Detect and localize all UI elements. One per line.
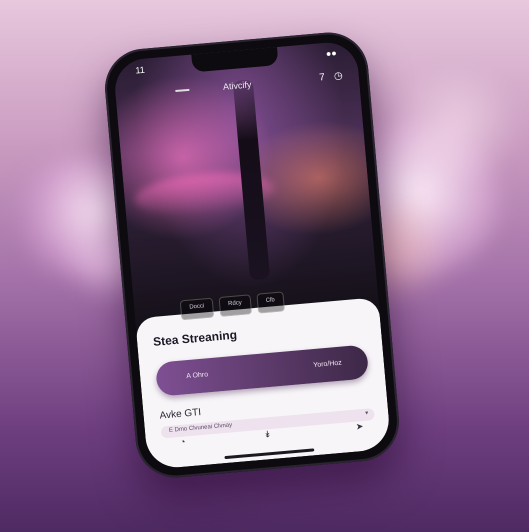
chevron-down-icon: ▾ bbox=[364, 410, 369, 417]
share-icon[interactable]: 7 bbox=[319, 72, 326, 83]
home-icon[interactable]: ◔ bbox=[180, 437, 186, 447]
status-indicators: ●● bbox=[325, 47, 338, 59]
play-button-left-label: A Ohro bbox=[186, 371, 209, 381]
tab-rdcy[interactable]: Rdcy bbox=[218, 294, 252, 317]
bottom-sheet: Stea Streaning A Ohro Yoro/Hoz Avke GTI … bbox=[135, 297, 392, 470]
home-indicator[interactable] bbox=[224, 448, 315, 460]
sheet-subtitle: Avke GTI bbox=[159, 407, 202, 422]
phone-device: 11 ●● Ativcify 7 ◷ Docci Rdcy Clb Stea S… bbox=[101, 29, 403, 481]
sheet-title: Stea Streaning bbox=[152, 327, 238, 349]
menu-icon[interactable] bbox=[175, 88, 190, 93]
down-arrow-icon[interactable]: ↡ bbox=[263, 429, 271, 441]
clock-icon[interactable]: ◷ bbox=[334, 70, 344, 82]
phone-screen: 11 ●● Ativcify 7 ◷ Docci Rdcy Clb Stea S… bbox=[112, 40, 392, 470]
tab-docci[interactable]: Docci bbox=[179, 297, 215, 321]
app-title: Ativcify bbox=[222, 79, 252, 92]
smoke-right-top bbox=[380, 70, 529, 180]
tab-clb[interactable]: Clb bbox=[256, 291, 285, 314]
status-time: 11 bbox=[135, 64, 146, 76]
stream-play-button[interactable]: A Ohro Yoro/Hoz bbox=[155, 344, 370, 397]
send-icon[interactable]: ➤ bbox=[355, 421, 363, 433]
play-button-right-label: Yoro/Hoz bbox=[313, 359, 343, 370]
